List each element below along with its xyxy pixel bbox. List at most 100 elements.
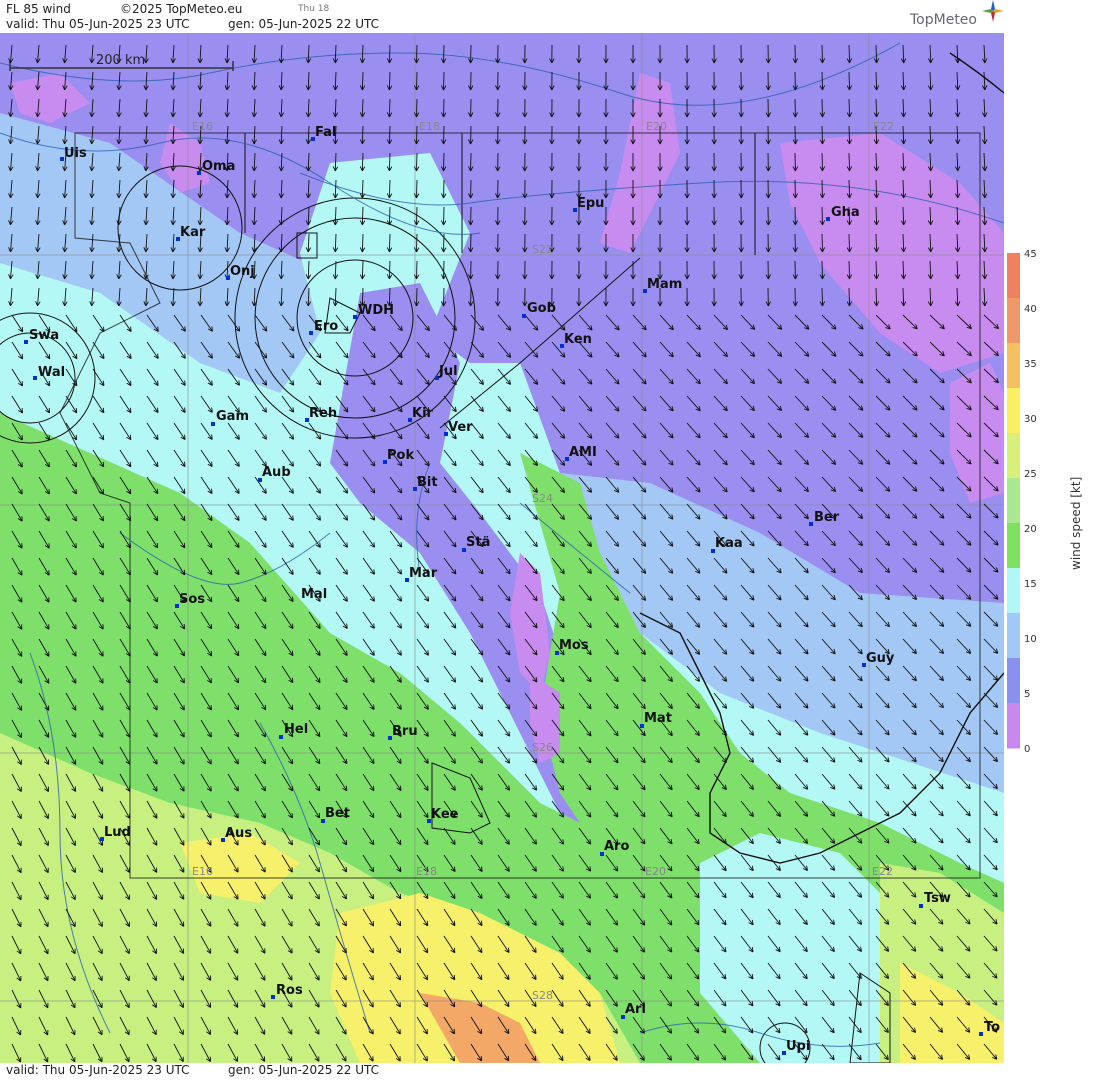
grid-label-s26: S26 — [532, 741, 553, 754]
place-swa[interactable]: Swa — [24, 328, 59, 344]
place-upi[interactable]: Upi — [782, 1039, 810, 1055]
legend-tick-35: 35 — [1024, 359, 1037, 370]
legend-color-step — [1007, 568, 1020, 614]
legend-color-step — [1007, 253, 1020, 299]
place-wdh[interactable]: WDH — [353, 303, 394, 319]
place-kee[interactable]: Kee — [427, 807, 459, 823]
svg-text:Aus: Aus — [225, 826, 252, 841]
svg-text:Kar: Kar — [180, 225, 206, 240]
place-mat[interactable]: Mat — [640, 711, 672, 728]
map-canvas: E16 E18 E20 E22 E16 E18 E20 E22 S22 S24 … — [0, 33, 1004, 1063]
scale-bar-label: 200 km — [96, 53, 145, 68]
legend-color-step — [1007, 388, 1020, 434]
place-jul[interactable]: Jul — [435, 364, 458, 380]
place-hel[interactable]: Hel — [279, 722, 308, 739]
svg-text:WDH: WDH — [358, 303, 394, 318]
svg-text:Sos: Sos — [179, 592, 205, 607]
place-ros[interactable]: Ros — [271, 983, 303, 999]
footer-valid: valid: Thu 05-Jun-2025 23 UTC — [6, 1063, 190, 1077]
place-ero[interactable]: Ero — [309, 319, 338, 335]
place-kir[interactable]: Kir — [408, 406, 434, 422]
svg-text:Mat: Mat — [644, 711, 672, 726]
svg-text:Mal: Mal — [301, 587, 327, 602]
place-guy[interactable]: Guy — [862, 651, 895, 667]
place-mar[interactable]: Mar — [405, 566, 438, 582]
place-lud[interactable]: Lud — [100, 825, 131, 841]
legend-tick-10: 10 — [1024, 634, 1037, 645]
legend-tick-45: 45 — [1024, 249, 1037, 260]
svg-text:Ken: Ken — [564, 332, 592, 347]
svg-text:Reh: Reh — [309, 406, 337, 421]
place-uis[interactable]: Uis — [60, 146, 87, 161]
legend-color-step — [1007, 523, 1020, 569]
svg-text:Kee: Kee — [431, 807, 459, 822]
svg-text:Bet: Bet — [325, 806, 350, 821]
svg-text:Wal: Wal — [38, 365, 65, 380]
place-ber[interactable]: Ber — [809, 510, 840, 526]
place-gam[interactable]: Gam — [211, 409, 249, 426]
valid-time: valid: Thu 05-Jun-2025 23 UTC — [6, 17, 190, 31]
svg-text:Swa: Swa — [29, 328, 59, 343]
logo-text: TopMeteo — [910, 12, 977, 28]
place-fal[interactable]: Fal — [311, 125, 336, 141]
product-title: FL 85 wind — [6, 2, 71, 16]
place-aus[interactable]: Aus — [221, 826, 252, 842]
place-ver[interactable]: Ver — [444, 420, 473, 436]
svg-text:Hel: Hel — [284, 722, 308, 737]
svg-text:Aro: Aro — [604, 839, 629, 854]
svg-text:Oma: Oma — [202, 159, 235, 174]
place-mam[interactable]: Mam — [643, 277, 682, 293]
svg-text:Kir: Kir — [412, 406, 434, 421]
legend-tick-5: 5 — [1024, 689, 1030, 700]
legend-tick-0: 0 — [1024, 744, 1030, 755]
place-ari[interactable]: Ari — [621, 1002, 646, 1019]
place-epu[interactable]: Epu — [573, 196, 604, 212]
place-tsw[interactable]: Tsw — [919, 891, 951, 908]
svg-text:Fal: Fal — [315, 125, 336, 140]
legend-tick-30: 30 — [1024, 414, 1037, 425]
place-mal[interactable]: Mal — [301, 587, 327, 602]
legend-color-step — [1007, 478, 1020, 524]
place-bru[interactable]: Bru — [388, 724, 418, 740]
place-mos[interactable]: Mos — [555, 638, 589, 655]
place-pok[interactable]: Pok — [383, 448, 414, 464]
grid-label-top-e22: E22 — [873, 120, 894, 133]
legend-color-step — [1007, 343, 1020, 389]
svg-text:Guy: Guy — [866, 651, 895, 666]
day-label: Thu 18 — [298, 4, 330, 14]
svg-text:Onj: Onj — [230, 264, 255, 279]
place-gob[interactable]: Gob — [522, 301, 556, 318]
place-kaa[interactable]: Kaa — [711, 536, 743, 553]
place-gha[interactable]: Gha — [826, 205, 860, 221]
svg-text:Ros: Ros — [276, 983, 303, 998]
place-reh[interactable]: Reh — [305, 406, 337, 422]
place-sta[interactable]: Stä — [462, 535, 490, 552]
wind-map[interactable]: E16 E18 E20 E22 E16 E18 E20 E22 S22 S24 … — [0, 33, 1004, 1063]
svg-text:Epu: Epu — [577, 196, 604, 211]
svg-text:Upi: Upi — [786, 1039, 810, 1054]
legend-tick-15: 15 — [1024, 579, 1037, 590]
place-aro[interactable]: Aro — [600, 839, 629, 856]
place-bit[interactable]: Bit — [413, 475, 438, 491]
place-wal[interactable]: Wal — [33, 365, 65, 380]
svg-text:Stä: Stä — [466, 535, 490, 550]
place-onj[interactable]: Onj — [226, 264, 255, 280]
place-bet[interactable]: Bet — [321, 806, 350, 823]
place-kar[interactable]: Kar — [176, 225, 206, 241]
place-aub[interactable]: Aub — [258, 465, 291, 482]
grid-label-top-e20: E20 — [646, 120, 667, 133]
place-ami[interactable]: AMI — [565, 445, 597, 461]
grid-label-s28: S28 — [532, 989, 553, 1002]
legend-panel: 45 40 35 30 25 20 15 10 5 0 wind speed [… — [1004, 0, 1095, 1077]
legend-color-step — [1007, 433, 1020, 479]
place-ken[interactable]: Ken — [560, 332, 592, 348]
copyright-text: ©2025 TopMeteo.eu — [120, 2, 243, 16]
place-sos[interactable]: Sos — [175, 592, 205, 608]
svg-text:Mar: Mar — [409, 566, 438, 581]
grid-label-s24: S24 — [532, 492, 553, 505]
grid-label-s22: S22 — [532, 243, 553, 256]
svg-text:AMI: AMI — [569, 445, 597, 460]
svg-text:Ber: Ber — [814, 510, 840, 525]
topmeteo-logo[interactable]: TopMeteo — [910, 0, 1004, 28]
place-oma[interactable]: Oma — [197, 159, 235, 175]
